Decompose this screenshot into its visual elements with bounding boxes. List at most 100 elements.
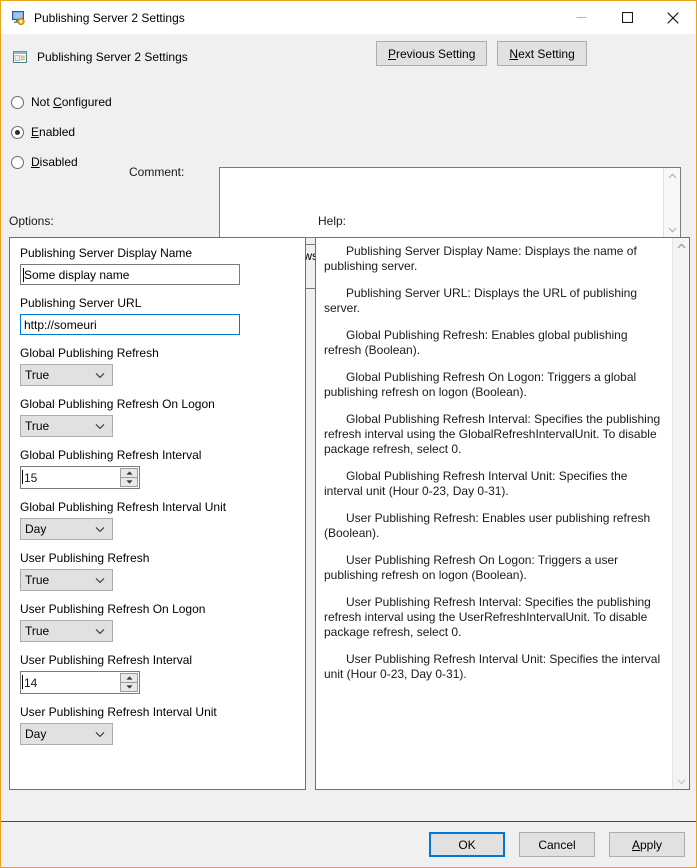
settings-dialog-window: Publishing Server 2 Settings	[0, 0, 697, 868]
comment-label: Comment:	[129, 165, 184, 179]
help-paragraph: Global Publishing Refresh Interval Unit:…	[324, 469, 663, 499]
user-publishing-refresh-interval-unit-label: User Publishing Refresh Interval Unit	[20, 705, 295, 719]
help-paragraph: Global Publishing Refresh On Logon: Trig…	[324, 370, 663, 400]
user-publishing-refresh-on-logon-label: User Publishing Refresh On Logon	[20, 602, 295, 616]
minimize-icon	[576, 12, 587, 23]
apply-button[interactable]: Apply	[609, 832, 685, 857]
option-block-global-publishing-refresh: Global Publishing Refresh True	[20, 346, 295, 386]
option-block-publishing-server-url: Publishing Server URL http://someuri	[20, 296, 295, 335]
global-publishing-refresh-interval-label: Global Publishing Refresh Interval	[20, 448, 295, 462]
publishing-server-display-name-input[interactable]: Some display name	[20, 264, 240, 285]
global-publishing-refresh-interval-unit-select[interactable]: Day	[20, 518, 113, 540]
chevron-down-icon[interactable]	[95, 365, 105, 385]
global-publishing-refresh-interval-stepper[interactable]: 15	[20, 466, 140, 489]
chevron-down-icon[interactable]	[95, 416, 105, 436]
option-block-user-publishing-refresh-interval-unit: User Publishing Refresh Interval Unit Day	[20, 705, 295, 745]
radio-disabled[interactable]: Disabled	[11, 147, 136, 177]
user-publishing-refresh-label: User Publishing Refresh	[20, 551, 295, 565]
caption-buttons	[558, 1, 696, 34]
user-publishing-refresh-interval-stepper[interactable]: 14	[20, 671, 140, 694]
text-caret	[22, 675, 23, 689]
policy-setting-icon	[12, 49, 28, 65]
option-block-user-publishing-refresh: User Publishing Refresh True	[20, 551, 295, 591]
publishing-server-display-name-value: Some display name	[24, 268, 129, 282]
global-publishing-refresh-select[interactable]: True	[20, 364, 113, 386]
stepper-up-icon[interactable]	[120, 673, 138, 683]
radio-not-configured[interactable]: Not Configured	[11, 87, 136, 117]
help-pane: Publishing Server Display Name: Displays…	[315, 237, 690, 790]
close-icon	[667, 12, 679, 24]
stepper-buttons	[120, 673, 138, 692]
user-publishing-refresh-interval-input[interactable]: 14	[21, 672, 120, 693]
help-paragraph: Publishing Server URL: Displays the URL …	[324, 286, 663, 316]
stepper-down-icon[interactable]	[120, 478, 138, 488]
cancel-button[interactable]: Cancel	[519, 832, 595, 857]
option-block-global-publishing-refresh-interval-unit: Global Publishing Refresh Interval UnitD…	[20, 500, 295, 540]
global-publishing-refresh-interval-value: 15	[24, 471, 37, 485]
options-pane: Publishing Server Display NameSome displ…	[9, 237, 306, 790]
window-title: Publishing Server 2 Settings	[34, 11, 185, 25]
stepper-down-icon[interactable]	[120, 683, 138, 693]
publishing-server-url-input[interactable]: http://someuri	[20, 314, 240, 335]
help-paragraph: User Publishing Refresh Interval Unit: S…	[324, 652, 663, 682]
option-block-user-publishing-refresh-interval: User Publishing Refresh Interval 14	[20, 653, 295, 694]
help-paragraph: Global Publishing Refresh: Enables globa…	[324, 328, 663, 358]
global-publishing-refresh-label: Global Publishing Refresh	[20, 346, 295, 360]
radio-enabled-indicator	[11, 126, 24, 139]
main-panes: Publishing Server Display NameSome displ…	[1, 237, 696, 821]
global-publishing-refresh-on-logon-label: Global Publishing Refresh On Logon	[20, 397, 295, 411]
scroll-up-icon[interactable]	[667, 171, 678, 180]
panel-labels: Options: Help:	[1, 211, 696, 237]
close-button[interactable]	[650, 1, 696, 34]
chevron-down-icon[interactable]	[95, 621, 105, 641]
global-publishing-refresh-interval-input[interactable]: 15	[21, 467, 120, 488]
ok-button[interactable]: OK	[429, 832, 505, 857]
maximize-icon	[622, 12, 633, 23]
chevron-down-icon[interactable]	[95, 724, 105, 744]
options-label: Options:	[9, 214, 54, 228]
radio-enabled[interactable]: Enabled	[11, 117, 136, 147]
user-publishing-refresh-on-logon-value: True	[25, 624, 49, 638]
user-publishing-refresh-interval-label: User Publishing Refresh Interval	[20, 653, 295, 667]
setting-header: Publishing Server 2 Settings Previous Se…	[1, 34, 696, 79]
setting-title: Publishing Server 2 Settings	[37, 50, 188, 64]
global-publishing-refresh-on-logon-select[interactable]: True	[20, 415, 113, 437]
help-paragraph: Publishing Server Display Name: Displays…	[324, 244, 663, 274]
user-publishing-refresh-select[interactable]: True	[20, 569, 113, 591]
help-paragraph: User Publishing Refresh: Enables user pu…	[324, 511, 663, 541]
chevron-down-icon[interactable]	[95, 570, 105, 590]
state-and-comment-area: Not Configured Enabled Disabled Comment:	[1, 79, 696, 211]
radio-disabled-label: Disabled	[31, 155, 78, 169]
help-paragraph: User Publishing Refresh Interval: Specif…	[324, 595, 663, 640]
help-paragraph: Global Publishing Refresh Interval: Spec…	[324, 412, 663, 457]
title-bar: Publishing Server 2 Settings	[1, 1, 696, 34]
user-publishing-refresh-interval-unit-select[interactable]: Day	[20, 723, 113, 745]
user-publishing-refresh-value: True	[25, 573, 49, 587]
footer-buttons: OK Cancel Apply	[429, 832, 685, 857]
maximize-button[interactable]	[604, 1, 650, 34]
setting-state-radio-group: Not Configured Enabled Disabled	[11, 87, 136, 177]
scroll-down-icon[interactable]	[676, 777, 687, 786]
help-scrollbar[interactable]	[672, 238, 689, 789]
previous-setting-button[interactable]: Previous Setting	[376, 41, 487, 66]
monitor-settings-icon	[10, 10, 26, 26]
stepper-up-icon[interactable]	[120, 468, 138, 478]
radio-not-configured-label: Not Configured	[31, 95, 112, 109]
user-publishing-refresh-on-logon-select[interactable]: True	[20, 620, 113, 642]
help-label: Help:	[318, 214, 346, 228]
radio-disabled-indicator	[11, 156, 24, 169]
text-caret	[22, 470, 23, 484]
chevron-down-icon[interactable]	[95, 519, 105, 539]
publishing-server-url-label: Publishing Server URL	[20, 296, 295, 310]
minimize-button[interactable]	[558, 1, 604, 34]
option-block-global-publishing-refresh-on-logon: Global Publishing Refresh On Logon True	[20, 397, 295, 437]
radio-enabled-label: Enabled	[31, 125, 75, 139]
option-block-global-publishing-refresh-interval: Global Publishing Refresh Interval 15	[20, 448, 295, 489]
user-publishing-refresh-interval-unit-value: Day	[25, 727, 46, 741]
help-paragraph: User Publishing Refresh On Logon: Trigge…	[324, 553, 663, 583]
radio-not-configured-indicator	[11, 96, 24, 109]
scroll-up-icon[interactable]	[676, 241, 687, 250]
next-setting-button[interactable]: Next Setting	[497, 41, 586, 66]
text-caret	[23, 268, 24, 282]
help-text: Publishing Server Display Name: Displays…	[316, 238, 672, 789]
